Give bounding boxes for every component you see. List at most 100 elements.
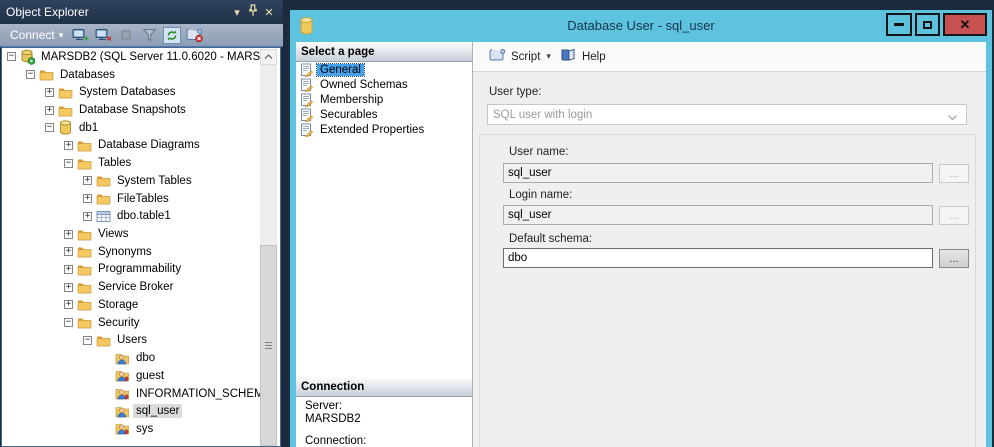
tree-item-label: Service Broker: [95, 280, 176, 294]
tree-item-system-tables[interactable]: +System Tables: [2, 172, 280, 190]
folder-icon: [76, 316, 93, 329]
disconnect-server-icon[interactable]: [94, 26, 112, 44]
connect-server-icon[interactable]: [71, 26, 89, 44]
tree-item-db1[interactable]: −db1: [2, 119, 280, 137]
dialog-titlebar[interactable]: Database User - sql_user ✕: [290, 10, 992, 42]
tree-item-dbo[interactable]: dbo: [2, 349, 280, 367]
script-label: Script: [511, 51, 540, 63]
tree-item-database-snapshots[interactable]: +Database Snapshots: [2, 101, 280, 119]
tree-item-tables[interactable]: − Tables: [2, 154, 280, 172]
collapse-icon[interactable]: −: [7, 52, 16, 61]
tree-item-databases[interactable]: − Databases: [2, 66, 280, 84]
filter-icon[interactable]: [140, 26, 158, 44]
tree-item-sql-user[interactable]: sql_user: [2, 402, 280, 420]
pin-icon[interactable]: [245, 4, 261, 20]
default-schema-label: Default schema:: [509, 233, 592, 245]
scrollbar-up-arrow-icon[interactable]: [260, 49, 277, 65]
expand-icon[interactable]: +: [45, 88, 54, 97]
disable-script-icon[interactable]: [186, 26, 204, 44]
expand-icon[interactable]: +: [64, 230, 73, 239]
database-user-dialog: Database User - sql_user ✕ Select a page…: [290, 10, 992, 447]
collapse-icon[interactable]: −: [64, 318, 73, 327]
default-schema-browse-button[interactable]: ...: [939, 249, 969, 268]
select-a-page-header: Select a page: [296, 42, 472, 62]
collapse-icon[interactable]: −: [26, 70, 35, 79]
tree-item-security[interactable]: − Security: [2, 314, 280, 332]
script-dropdown-caret-icon[interactable]: ▾: [546, 51, 551, 62]
expand-icon[interactable]: +: [64, 300, 73, 309]
page-item-membership[interactable]: Membership: [296, 92, 472, 107]
help-label: Help: [582, 51, 606, 63]
tree-item-service-broker[interactable]: + Service Broker: [2, 278, 280, 296]
server-label: Server:: [305, 400, 342, 412]
default-schema-field[interactable]: [503, 248, 933, 268]
tree-item-marsdb2-sql-server-11-0-6020-marsd[interactable]: − MARSDB2 (SQL Server 11.0.6020 - MARSD: [2, 48, 280, 66]
expand-icon[interactable]: +: [64, 265, 73, 274]
maximize-button[interactable]: [915, 13, 940, 36]
folder-icon: [76, 298, 93, 311]
scrollbar-thumb[interactable]: [260, 245, 277, 446]
object-explorer-tree: −MARSDB2 (SQL Server 11.0.6020 - MARSD−D…: [1, 47, 281, 447]
help-book-icon: [561, 48, 577, 65]
tree-item-label: Databases: [57, 68, 118, 82]
expand-icon[interactable]: +: [83, 212, 92, 221]
expand-icon[interactable]: +: [83, 176, 92, 185]
object-explorer-toolbar: Connect ▾: [0, 24, 283, 47]
user-disabled-icon: [114, 386, 131, 401]
user-icon: [114, 404, 131, 419]
page-item-general[interactable]: General: [296, 62, 472, 77]
tree-item-users[interactable]: − Users: [2, 332, 280, 350]
expand-icon[interactable]: +: [83, 194, 92, 203]
maximize-icon: [923, 21, 932, 29]
page-item-owned-schemas[interactable]: Owned Schemas: [296, 77, 472, 92]
tree-item-label: Users: [114, 333, 150, 347]
tree-scrollbar[interactable]: [260, 49, 277, 446]
script-button[interactable]: Script: [485, 46, 544, 67]
tree-item-database-diagrams[interactable]: +Database Diagrams: [2, 137, 280, 155]
expand-icon[interactable]: +: [64, 141, 73, 150]
tree-item-information-schem[interactable]: INFORMATION_SCHEM: [2, 385, 280, 403]
collapse-icon[interactable]: −: [45, 123, 54, 132]
close-icon: ✕: [960, 18, 971, 31]
tree-item-guest[interactable]: guest: [2, 367, 280, 385]
tree-item-programmability[interactable]: +Programmability: [2, 261, 280, 279]
table-icon: [95, 210, 112, 223]
window-position-chevron-icon[interactable]: ▾: [229, 6, 245, 19]
expand-icon[interactable]: +: [45, 106, 54, 115]
tree-item-system-databases[interactable]: +System Databases: [2, 83, 280, 101]
help-button[interactable]: Help: [557, 46, 610, 67]
collapse-icon[interactable]: −: [64, 159, 73, 168]
tree-item-storage[interactable]: +Storage: [2, 296, 280, 314]
collapse-icon[interactable]: −: [83, 336, 92, 345]
page-item-extended-properties[interactable]: Extended Properties: [296, 123, 472, 138]
tree-item-synonyms[interactable]: +Synonyms: [2, 243, 280, 261]
page-item-securables[interactable]: Securables: [296, 108, 472, 123]
tree-item-dbo-table1[interactable]: + dbo.table1: [2, 207, 280, 225]
tree-item-sys[interactable]: sys: [2, 420, 280, 438]
dialog-content: Select a page GeneralOwned SchemasMember…: [296, 42, 986, 447]
user-type-label: User type:: [489, 86, 541, 98]
close-panel-icon[interactable]: ✕: [261, 6, 277, 19]
tree-item-views[interactable]: +Views: [2, 225, 280, 243]
connect-button[interactable]: Connect ▾: [7, 27, 66, 43]
expand-icon[interactable]: +: [64, 283, 73, 292]
folder-icon: [57, 86, 74, 99]
minimize-button[interactable]: [886, 13, 912, 36]
object-explorer-panel: Object Explorer ▾ ✕ Connect ▾: [0, 0, 283, 447]
folder-icon: [76, 263, 93, 276]
tree-item-label: MARSDB2 (SQL Server 11.0.6020 - MARSD: [38, 50, 272, 64]
folder-icon: [38, 68, 55, 81]
refresh-icon[interactable]: [163, 26, 181, 44]
tree-item-label: Security: [95, 316, 143, 330]
user-name-field: [503, 163, 933, 183]
database-icon: [57, 120, 74, 135]
page-item-label: General: [317, 64, 364, 76]
folder-icon: [76, 157, 93, 170]
tree-item-label: dbo.table1: [114, 209, 174, 223]
folder-icon: [95, 334, 112, 347]
tree-item-label: dbo: [133, 351, 158, 365]
close-button[interactable]: ✕: [943, 13, 987, 36]
tree-item-label: Tables: [95, 156, 134, 170]
expand-icon[interactable]: +: [64, 247, 73, 256]
tree-item-filetables[interactable]: +FileTables: [2, 190, 280, 208]
